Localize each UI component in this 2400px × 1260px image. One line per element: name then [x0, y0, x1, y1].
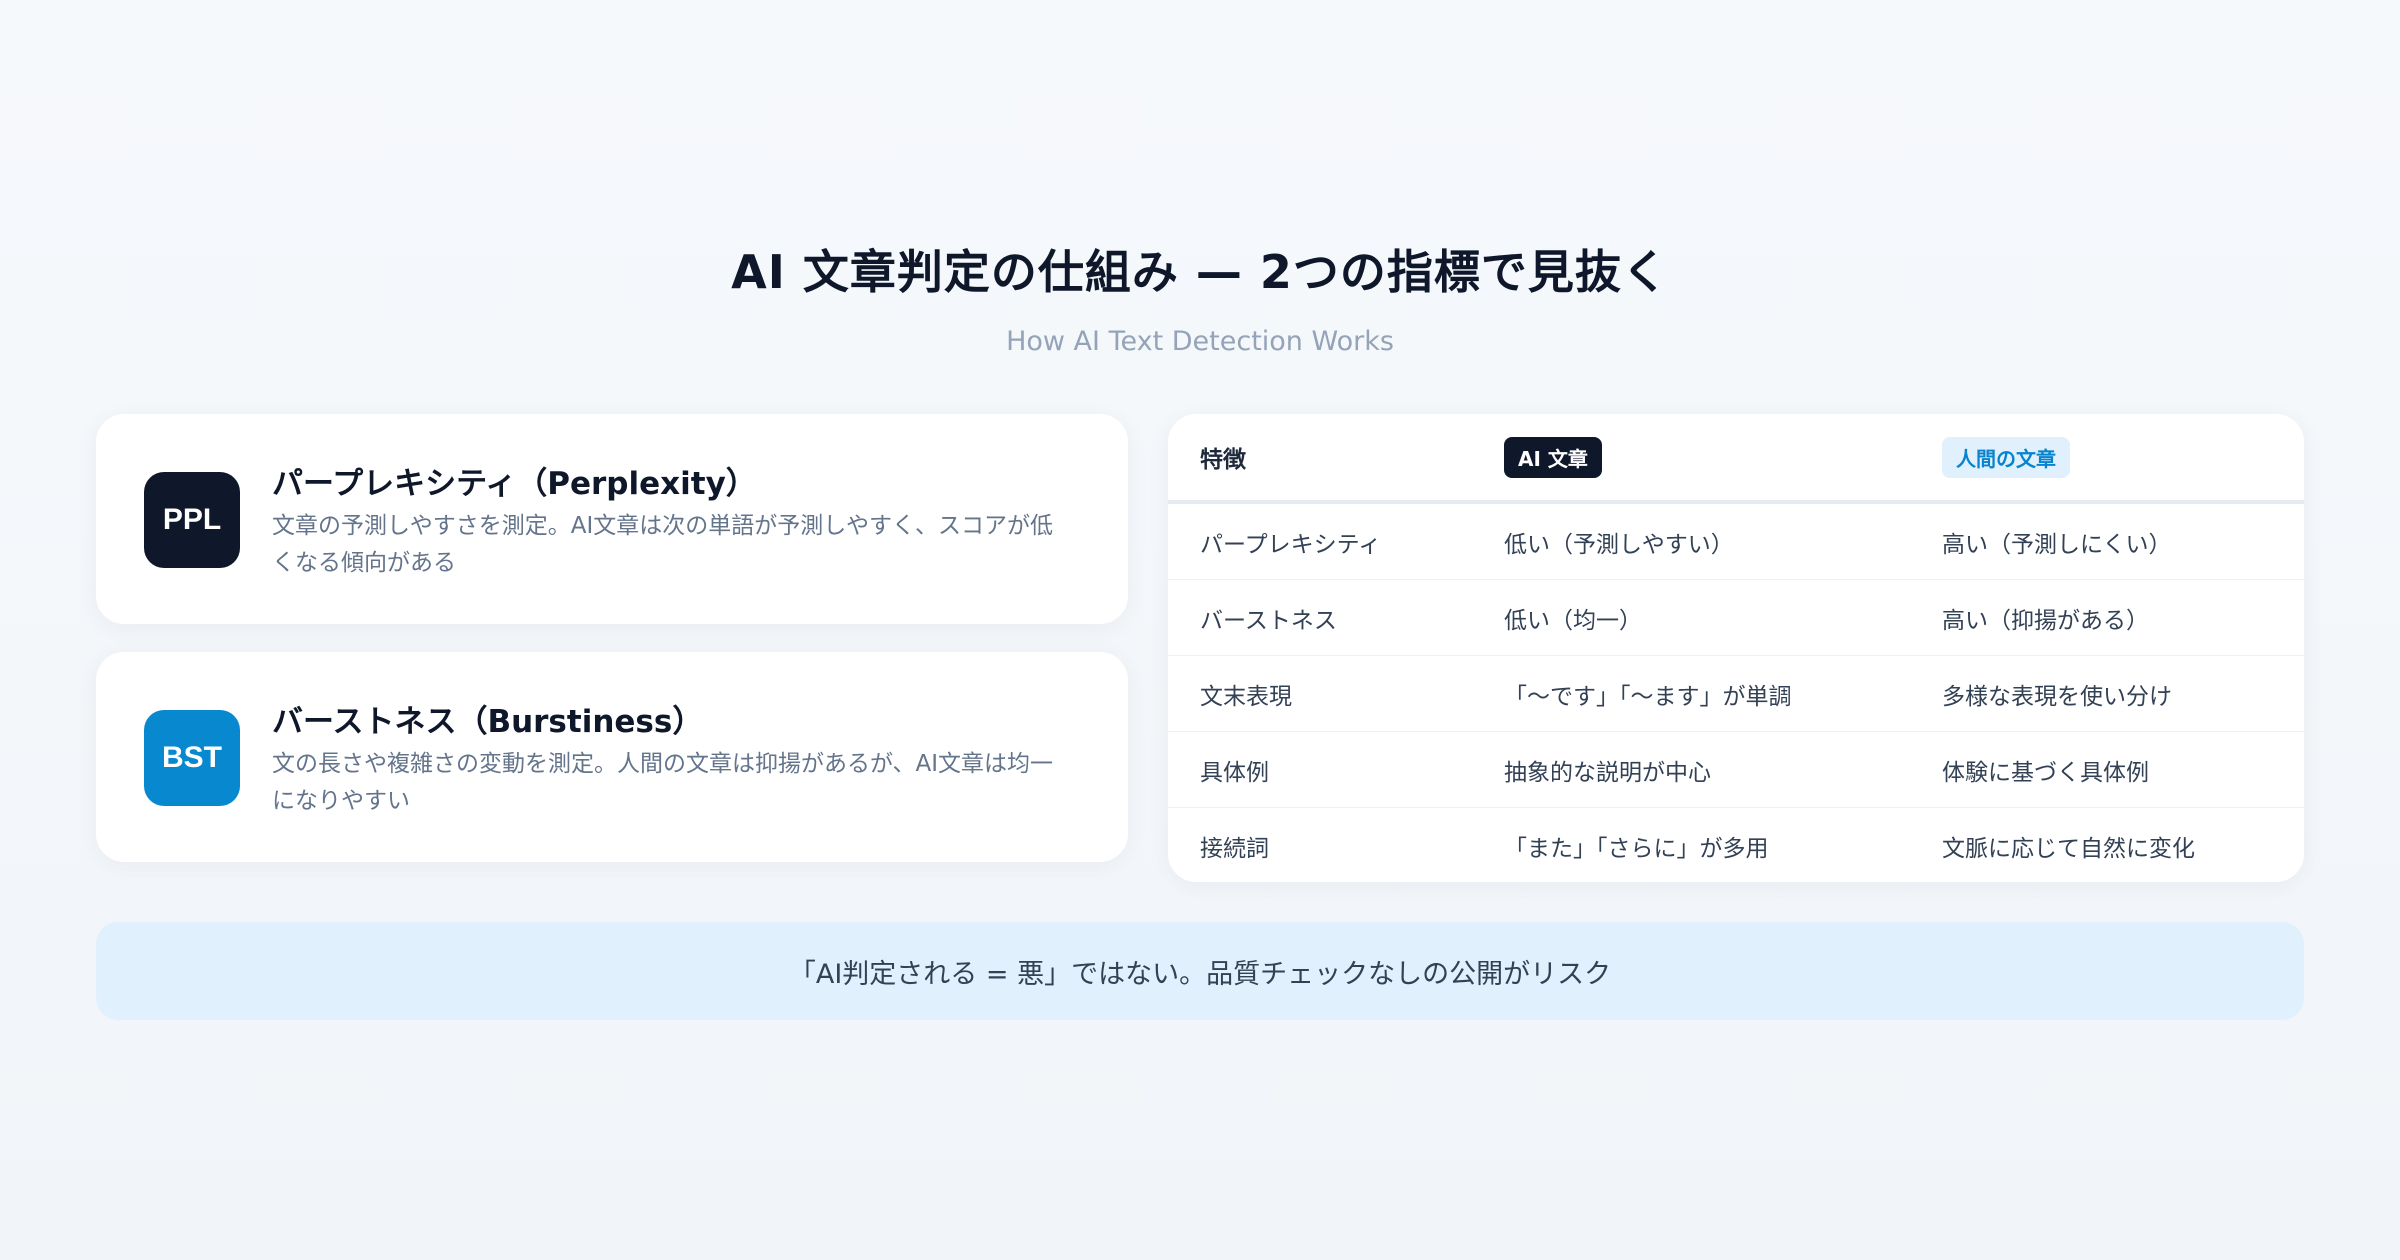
- header-human: 人間の文章: [1942, 414, 2070, 500]
- row-human: 高い（予測しにくい）: [1942, 531, 2172, 558]
- row-human: 体験に基づく具体例: [1942, 759, 2149, 786]
- ai-text-pill: AI 文章: [1504, 436, 1602, 478]
- header-feature: 特徴: [1200, 447, 1246, 473]
- footer-note: 「AI判定される = 悪」ではない。品質チェックなしの公開がリスク: [96, 922, 2304, 1020]
- row-ai: 「〜です」「〜ます」が単調: [1504, 683, 1792, 710]
- row-human: 高い（抑揚がある）: [1942, 607, 2149, 634]
- row-ai: 低い（均一）: [1504, 607, 1642, 634]
- bst-badge: BST: [144, 710, 240, 806]
- page-title: AI 文章判定の仕組み — 2つの指標で見抜く: [731, 245, 1669, 299]
- human-text-pill: 人間の文章: [1942, 436, 2070, 478]
- page: AI 文章判定の仕組み — 2つの指標で見抜く How AI Text Dete…: [0, 0, 2400, 1260]
- card-description: 文の長さや複雑さの変動を測定。人間の文章は抑揚があるが、AI文章は均一になりやす…: [272, 751, 1054, 814]
- row-human: 文脈に応じて自然に変化: [1942, 836, 2195, 862]
- row-feature: バーストネス: [1200, 607, 1337, 634]
- row-feature: 接続詞: [1200, 836, 1269, 862]
- table-row: 文末表現 「〜です」「〜ます」が単調 多様な表現を使い分け: [1168, 656, 2304, 732]
- row-feature: 文末表現: [1200, 683, 1292, 710]
- ppl-badge: PPL: [144, 472, 240, 568]
- card-title: バーストネス（Burstiness）: [272, 704, 704, 740]
- row-feature: パープレキシティ: [1200, 531, 1382, 558]
- row-ai: 「また」「さらに」が多用: [1504, 836, 1769, 862]
- metric-card-burstiness: BST バーストネス（Burstiness） 文の長さや複雑さの変動を測定。人間…: [96, 652, 1128, 862]
- row-ai: 低い（予測しやすい）: [1504, 531, 1734, 558]
- header-ai: AI 文章: [1504, 414, 1602, 500]
- row-ai: 抽象的な説明が中心: [1504, 759, 1711, 786]
- card-description: 文章の予測しやすさを測定。AI文章は次の単語が予測しやすく、スコアが低くなる傾向…: [272, 513, 1054, 576]
- table-row: 具体例 抽象的な説明が中心 体験に基づく具体例: [1168, 732, 2304, 808]
- row-feature: 具体例: [1200, 759, 1269, 786]
- footer-text: 「AI判定される = 悪」ではない。品質チェックなしの公開がリスク: [788, 958, 1612, 990]
- row-human: 多様な表現を使い分け: [1942, 683, 2172, 710]
- table-row: バーストネス 低い（均一） 高い（抑揚がある）: [1168, 580, 2304, 656]
- metric-card-perplexity: PPL パープレキシティ（Perplexity） 文章の予測しやすさを測定。AI…: [96, 414, 1128, 624]
- table-row: 接続詞 「また」「さらに」が多用 文脈に応じて自然に変化: [1168, 808, 2304, 882]
- table-row: パープレキシティ 低い（予測しやすい） 高い（予測しにくい）: [1168, 504, 2304, 580]
- card-title: パープレキシティ（Perplexity）: [272, 466, 757, 502]
- page-subtitle: How AI Text Detection Works: [1006, 326, 1394, 357]
- table-header-row: 特徴 AI 文章 人間の文章: [1168, 414, 2304, 504]
- comparison-table: 特徴 AI 文章 人間の文章 パープレキシティ 低い（予測しやすい） 高い（予測…: [1168, 414, 2304, 882]
